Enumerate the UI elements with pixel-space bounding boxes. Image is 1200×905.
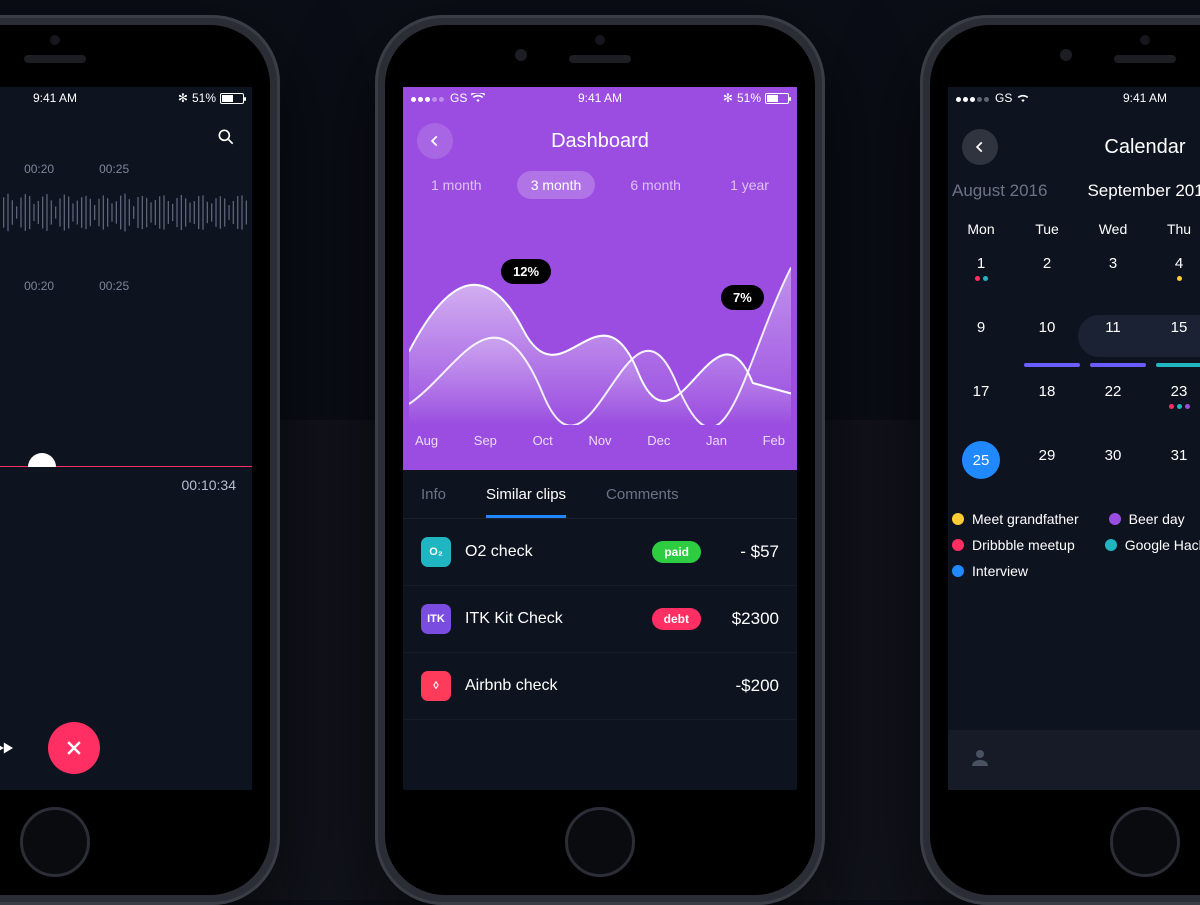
device-calendar: GS 9:41 AM Calendar August 2016 Septembe… (920, 15, 1200, 905)
page-title: Calendar (962, 136, 1200, 159)
transaction-row[interactable]: ◊ Airbnb check -$200 (403, 653, 797, 720)
bottom-bar: + (948, 730, 1200, 790)
transaction-row[interactable]: ITK ITK Kit Check debt $2300 (403, 586, 797, 653)
chart-bubble-2: 7% (721, 285, 764, 310)
amount: -$200 (715, 676, 779, 696)
month-switcher[interactable]: August 2016 September 2016 (948, 173, 1200, 213)
cur-month[interactable]: September 2016 (1087, 181, 1200, 201)
dashboard-screen: GS 9:41 AM ✻ 51% Dashboard 1 month 3 mon… (403, 87, 797, 790)
search-icon[interactable] (216, 127, 236, 152)
tab-similar[interactable]: Similar clips (486, 486, 566, 518)
day-cell[interactable]: 29 (1014, 437, 1080, 501)
waveform-small[interactable] (0, 180, 252, 245)
transaction-row[interactable]: O₂ O2 check paid - $57 (403, 519, 797, 586)
day-cell[interactable]: 18 (1014, 373, 1080, 437)
battery-icon (765, 93, 789, 104)
merchant-name: ITK Kit Check (465, 610, 638, 628)
legend-item: Beer day (1109, 511, 1185, 527)
weekday-header: MonTue WedThu (948, 213, 1200, 245)
prev-month[interactable]: August 2016 (952, 181, 1047, 201)
legend-item: Google Hackathon (1105, 537, 1200, 553)
merchant-name: O2 check (465, 543, 638, 561)
player-controls (0, 706, 252, 790)
page-title: Dashboard (417, 130, 783, 153)
cancel-button[interactable] (48, 722, 100, 774)
day-cell[interactable]: 10 (1014, 309, 1080, 373)
status-battery: 51% (737, 91, 761, 105)
range-3m[interactable]: 3 month (517, 171, 596, 199)
day-cell[interactable]: 3 (1080, 245, 1146, 309)
day-cell[interactable]: 25 (948, 437, 1014, 501)
day-cell[interactable]: 9 (948, 309, 1014, 373)
calendar-grid: 123489101115161718222324252930311 (948, 245, 1200, 501)
battery-icon (220, 93, 244, 104)
signal-icon (956, 91, 991, 105)
day-cell[interactable]: 31 (1146, 437, 1200, 501)
next-button[interactable] (0, 734, 16, 762)
time-2-right: 00:10:34 (182, 477, 237, 493)
device-audio: 9:41 AM ✻ 51% Track4.mp3 00:1000:15 00:2… (0, 15, 280, 905)
status-bar: GS 9:41 AM ✻ 51% (403, 87, 797, 109)
calendar-screen: GS 9:41 AM Calendar August 2016 Septembe… (948, 87, 1200, 790)
legend-item: Meet grandfather (952, 511, 1079, 527)
time-1: 00:10:34 (0, 245, 252, 279)
status-badge: paid (652, 541, 701, 563)
home-button[interactable] (565, 807, 635, 877)
status-time: 9:41 AM (0, 91, 118, 105)
tab-bar: Info Similar clips Comments (403, 470, 797, 519)
legend-item: Interview (952, 563, 1028, 579)
day-cell[interactable]: 2 (1014, 245, 1080, 309)
day-cell[interactable]: 4 (1146, 245, 1200, 309)
merchant-icon: O₂ (421, 537, 451, 567)
wifi-icon (471, 93, 485, 103)
day-cell[interactable]: 11 (1080, 309, 1146, 373)
day-cell[interactable]: 22 (1080, 373, 1146, 437)
day-cell[interactable]: 15 (1146, 309, 1200, 373)
chart-bubble-1: 12% (501, 259, 551, 284)
tab-info[interactable]: Info (421, 486, 446, 518)
transaction-list: O₂ O2 check paid - $57ITK ITK Kit Check … (403, 519, 797, 720)
signal-icon (411, 91, 446, 105)
amount: - $57 (715, 542, 779, 562)
today-marker: 25 (962, 441, 1000, 479)
status-bar: GS 9:41 AM (948, 87, 1200, 109)
status-time: 9:41 AM (537, 91, 663, 105)
status-battery: 51% (192, 91, 216, 105)
day-cell[interactable]: 1 (948, 245, 1014, 309)
timeline-ticks-2: 00:1000:15 00:2000:25 (0, 279, 252, 297)
range-1m[interactable]: 1 month (417, 171, 496, 199)
status-carrier: GS (995, 91, 1012, 105)
day-cell[interactable]: 17 (948, 373, 1014, 437)
audio-screen: 9:41 AM ✻ 51% Track4.mp3 00:1000:15 00:2… (0, 87, 252, 790)
day-cell[interactable]: 23 (1146, 373, 1200, 437)
merchant-name: Airbnb check (465, 677, 701, 695)
device-dashboard: GS 9:41 AM ✻ 51% Dashboard 1 month 3 mon… (375, 15, 825, 905)
event-legend: Meet grandfather Beer day Dribbble meetup G… (948, 501, 1200, 599)
waveform-large[interactable] (0, 297, 252, 467)
home-button[interactable] (1110, 807, 1180, 877)
status-badge: debt (652, 608, 701, 630)
trend-chart[interactable]: 12% 7% (403, 215, 797, 425)
range-selector: 1 month 3 month 6 month 1 year (403, 167, 797, 215)
merchant-icon: ◊ (421, 671, 451, 701)
legend-item: Dribbble meetup (952, 537, 1075, 553)
profile-icon[interactable] (968, 746, 992, 775)
day-cell[interactable]: 30 (1080, 437, 1146, 501)
status-carrier: GS (450, 91, 467, 105)
wifi-icon (1016, 93, 1030, 103)
home-button[interactable] (20, 807, 90, 877)
range-1y[interactable]: 1 year (716, 171, 783, 199)
amount: $2300 (715, 609, 779, 629)
merchant-icon: ITK (421, 604, 451, 634)
chart-x-axis: AugSep OctNov DecJan Feb (403, 425, 797, 462)
status-bar: 9:41 AM ✻ 51% (0, 87, 252, 109)
timeline-ticks-1: 00:1000:15 00:2000:25 (0, 162, 252, 180)
tab-comments[interactable]: Comments (606, 486, 679, 518)
range-6m[interactable]: 6 month (616, 171, 695, 199)
status-time: 9:41 AM (1082, 91, 1200, 105)
